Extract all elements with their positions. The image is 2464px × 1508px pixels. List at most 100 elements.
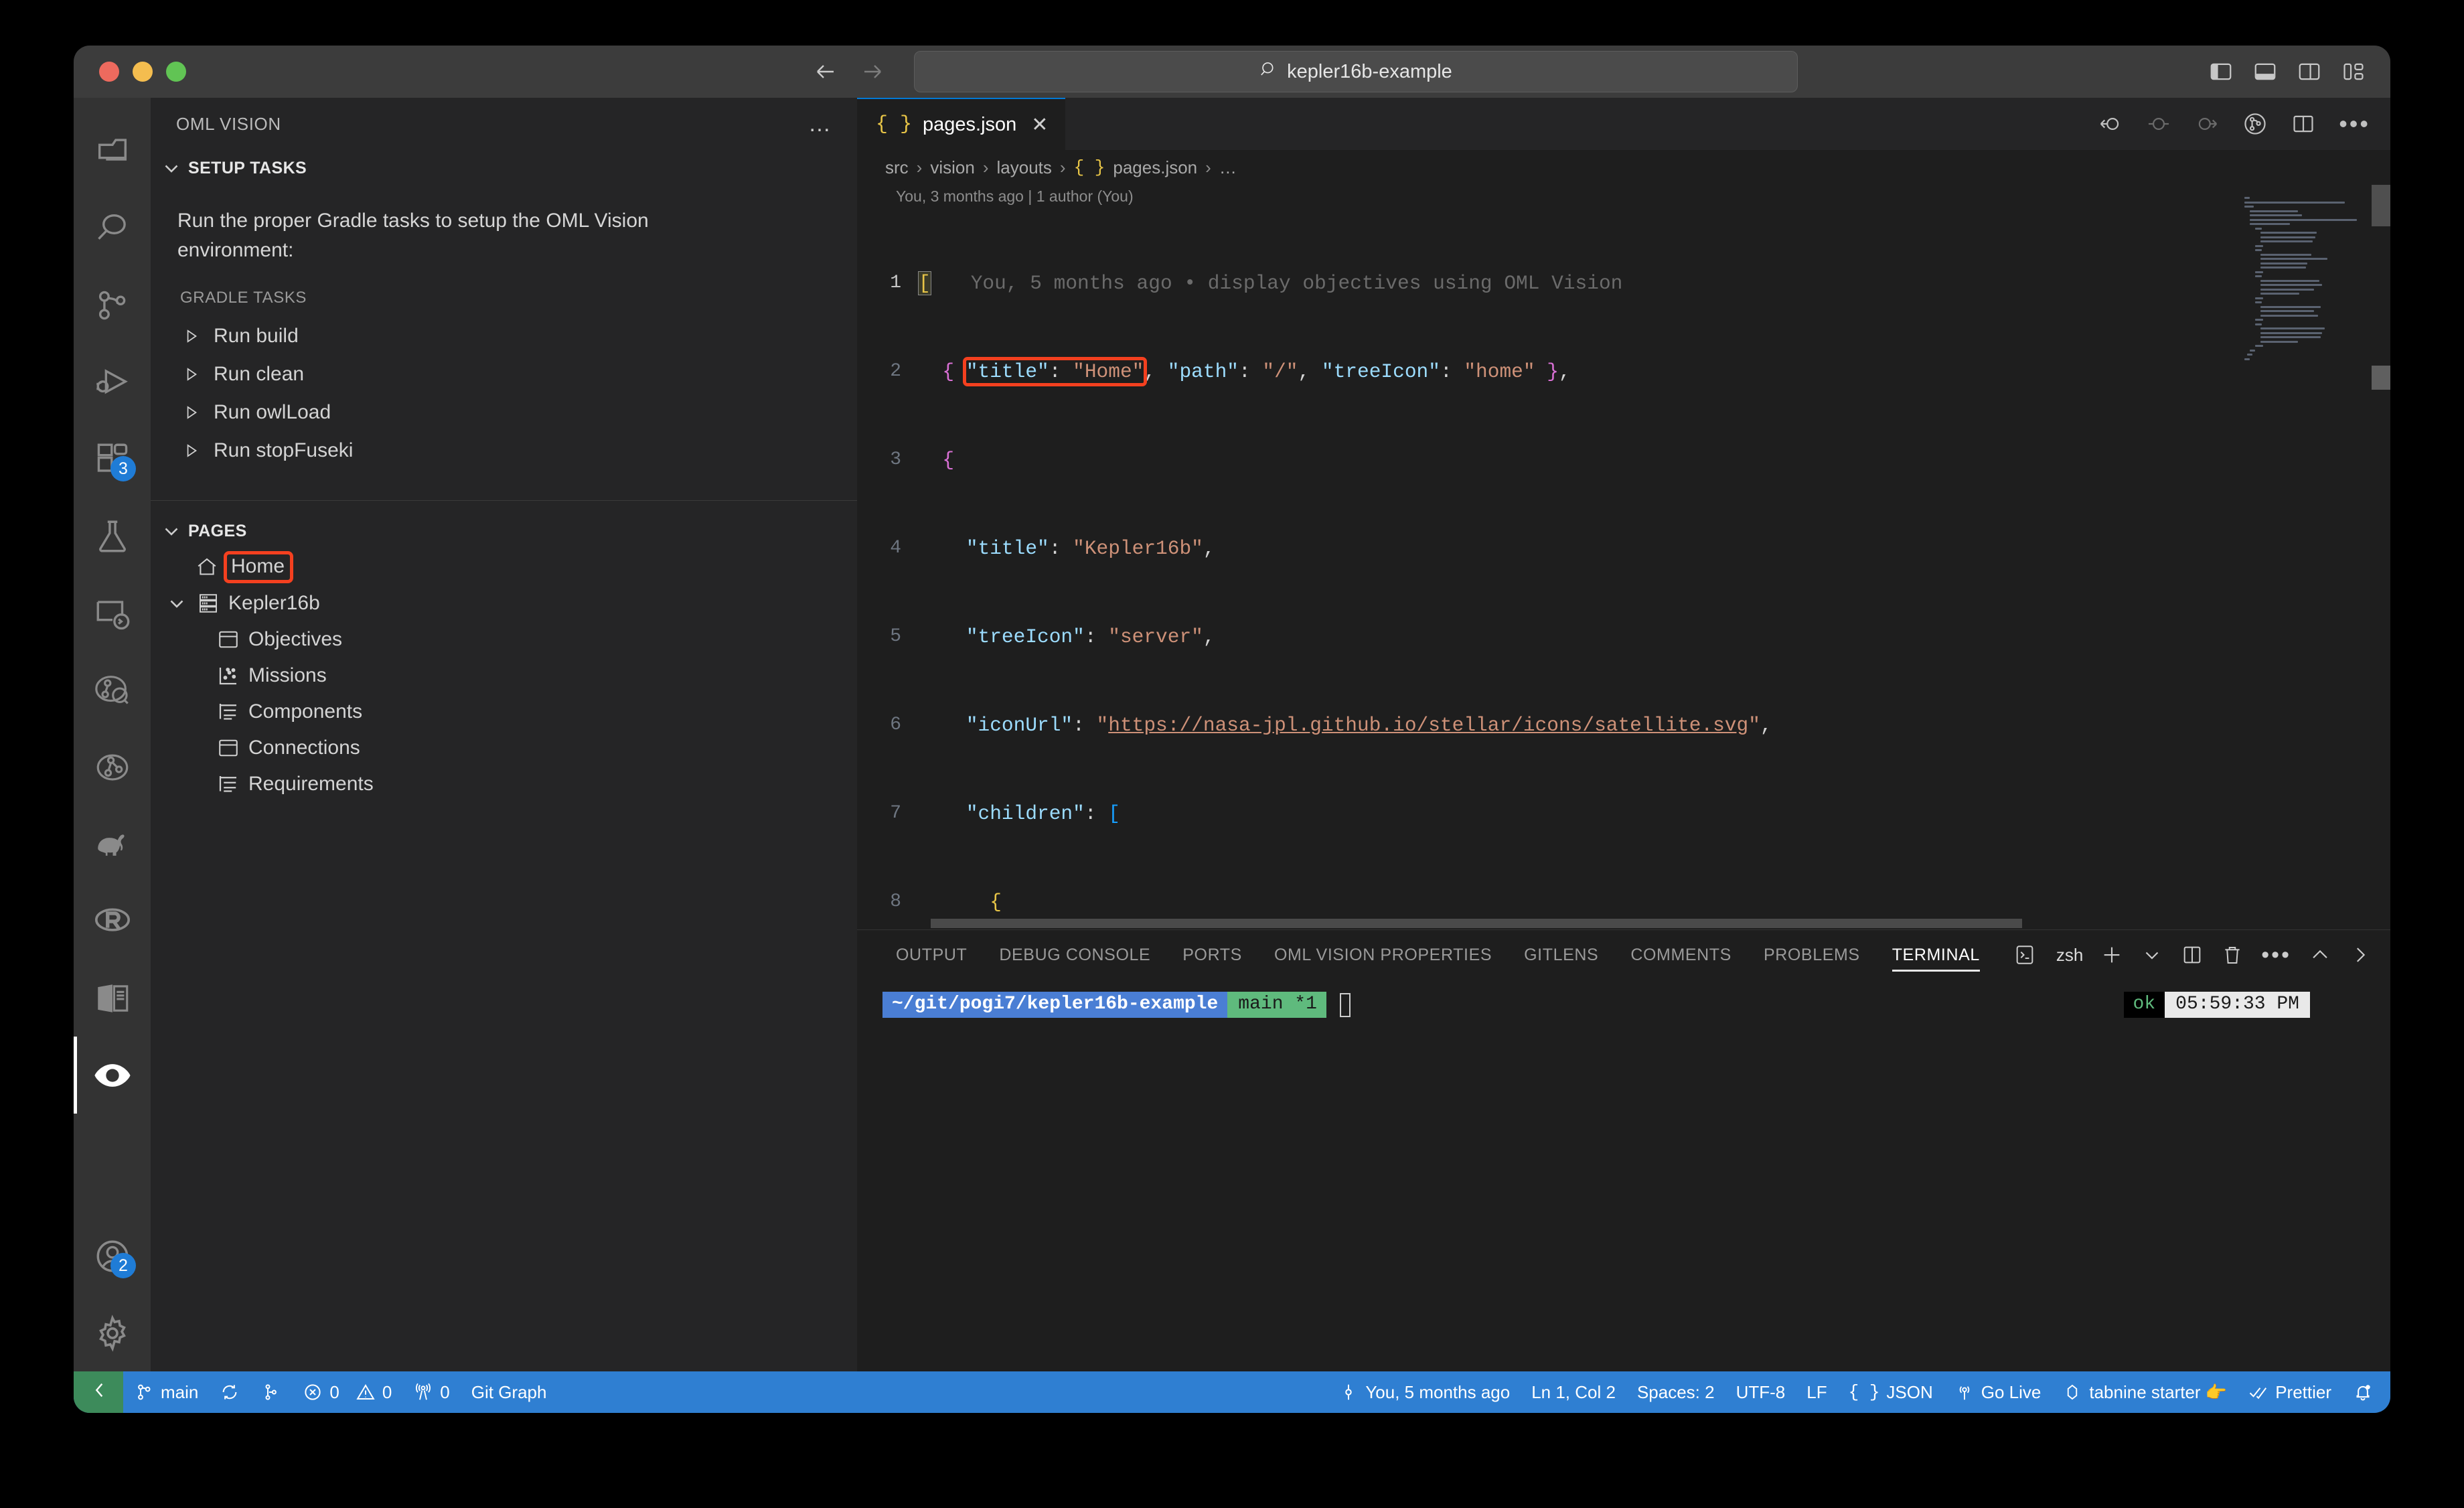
sidebar-item-missions[interactable]: Missions bbox=[151, 658, 857, 694]
status-go-live[interactable]: Go Live bbox=[1944, 1371, 2052, 1413]
status-language-mode[interactable]: { } JSON bbox=[1838, 1371, 1944, 1413]
status-git-graph[interactable]: Git Graph bbox=[461, 1371, 558, 1413]
breadcrumb-symbol[interactable]: … bbox=[1219, 157, 1237, 178]
activity-item-run-and-debug[interactable] bbox=[74, 344, 151, 421]
breadcrumb-pages-json[interactable]: pages.json bbox=[1113, 157, 1197, 178]
status-indentation[interactable]: Spaces: 2 bbox=[1626, 1371, 1725, 1413]
split-editor-icon[interactable] bbox=[2291, 111, 2316, 137]
task-run-clean[interactable]: Run clean bbox=[177, 355, 828, 393]
status-sync[interactable] bbox=[209, 1371, 250, 1413]
code-line: 7 "children": [ bbox=[857, 799, 2390, 828]
editor-horizontal-scrollbar[interactable] bbox=[931, 919, 2022, 928]
sidebar-item-home[interactable]: Home bbox=[151, 549, 857, 585]
tab-pages-json[interactable]: { } pages.json ✕ bbox=[857, 98, 1066, 150]
minimap-slider[interactable] bbox=[2372, 185, 2390, 226]
close-icon[interactable]: ✕ bbox=[1031, 113, 1048, 137]
activity-item-oml-vision[interactable] bbox=[74, 1037, 151, 1114]
terminal-view[interactable]: ~/git/pogi7/kepler16b-example main *1 ok… bbox=[857, 980, 2390, 1371]
go-live-label: Go Live bbox=[1981, 1381, 2042, 1402]
status-git-changes[interactable] bbox=[250, 1371, 292, 1413]
maximize-window-button[interactable] bbox=[166, 62, 186, 82]
status-ports[interactable]: 0 bbox=[402, 1371, 460, 1413]
activity-item-postgres[interactable] bbox=[74, 806, 151, 883]
toggle-primary-sidebar-icon[interactable] bbox=[2208, 59, 2234, 84]
home-icon bbox=[195, 555, 219, 579]
code-editor[interactable]: You, 3 months ago | 1 author (You) 1 [Yo… bbox=[857, 185, 2390, 929]
activity-item-graph-search[interactable] bbox=[74, 652, 151, 729]
minimize-window-button[interactable] bbox=[133, 62, 153, 82]
section-header-pages[interactable]: PAGES bbox=[151, 513, 857, 549]
sidebar-item-components[interactable]: Components bbox=[151, 694, 857, 730]
panel-tab-terminal[interactable]: TERMINAL bbox=[1876, 930, 1996, 980]
maximize-panel-icon[interactable] bbox=[2309, 944, 2331, 966]
activity-item-accounts[interactable]: 2 bbox=[74, 1217, 151, 1294]
activity-item-explorer[interactable] bbox=[74, 112, 151, 190]
task-run-build[interactable]: Run build bbox=[177, 317, 828, 355]
toggle-panel-icon[interactable] bbox=[2252, 59, 2278, 84]
git-blame-back-icon[interactable] bbox=[2098, 111, 2123, 137]
git-blame-forward-icon[interactable] bbox=[2194, 111, 2220, 137]
panel-tab-output[interactable]: OUTPUT bbox=[880, 930, 983, 980]
toggle-secondary-sidebar-icon[interactable] bbox=[2297, 59, 2322, 84]
kill-terminal-icon[interactable] bbox=[2221, 944, 2244, 966]
split-terminal-icon[interactable] bbox=[2181, 944, 2204, 966]
status-problems[interactable]: 0 0 bbox=[292, 1371, 402, 1413]
panel-tab-comments[interactable]: COMMENTS bbox=[1614, 930, 1748, 980]
gitlens-icon[interactable] bbox=[2242, 111, 2268, 137]
editor-minimap[interactable] bbox=[2238, 185, 2390, 929]
customize-layout-icon[interactable] bbox=[2341, 59, 2366, 84]
panel-tab-label: OUTPUT bbox=[896, 945, 968, 964]
terminal-shell-label[interactable]: zsh bbox=[2056, 945, 2083, 966]
status-tabnine[interactable]: tabnine starter 👉 bbox=[2052, 1371, 2238, 1413]
activity-item-share-doc[interactable] bbox=[74, 960, 151, 1037]
breadcrumb-vision[interactable]: vision bbox=[930, 157, 974, 178]
activity-item-remote-explorer[interactable] bbox=[74, 575, 151, 652]
quick-input-search-bar[interactable]: kepler16b-example bbox=[914, 51, 1798, 92]
activity-item-search[interactable] bbox=[74, 190, 151, 267]
status-encoding[interactable]: UTF-8 bbox=[1725, 1371, 1796, 1413]
r-icon bbox=[93, 902, 132, 941]
panel-tab-debug-console[interactable]: DEBUG CONSOLE bbox=[983, 930, 1166, 980]
minimap-scrollbar[interactable] bbox=[2372, 185, 2390, 929]
activity-item-extensions[interactable]: 3 bbox=[74, 421, 151, 498]
go-forward-icon[interactable] bbox=[860, 60, 884, 84]
new-terminal-icon[interactable] bbox=[2100, 944, 2123, 966]
status-prettier[interactable]: Prettier bbox=[2238, 1371, 2342, 1413]
panel-tab-ports[interactable]: PORTS bbox=[1166, 930, 1258, 980]
activity-item-graph-view[interactable] bbox=[74, 729, 151, 806]
task-label: Run stopFuseki bbox=[214, 439, 354, 461]
activity-item-source-control[interactable] bbox=[74, 267, 151, 344]
panel-tab-oml-vision-properties[interactable]: OML VISION PROPERTIES bbox=[1258, 930, 1508, 980]
close-window-button[interactable] bbox=[99, 62, 119, 82]
remote-window-button[interactable] bbox=[74, 1371, 123, 1413]
status-notifications[interactable] bbox=[2342, 1371, 2390, 1413]
activity-item-testing[interactable] bbox=[74, 498, 151, 575]
status-eol[interactable]: LF bbox=[1796, 1371, 1837, 1413]
git-blame-current-icon[interactable] bbox=[2146, 111, 2171, 137]
sidebar-item-objectives[interactable]: Objectives bbox=[151, 621, 857, 658]
activity-item-r-language[interactable] bbox=[74, 883, 151, 960]
breadcrumb-layouts[interactable]: layouts bbox=[997, 157, 1052, 178]
chevron-down-icon[interactable] bbox=[165, 592, 188, 615]
status-blame[interactable]: You, 5 months ago bbox=[1328, 1371, 1521, 1413]
close-panel-icon[interactable] bbox=[2349, 944, 2372, 966]
terminal-icon[interactable] bbox=[2013, 944, 2036, 966]
section-header-setup-tasks[interactable]: SETUP TASKS bbox=[151, 150, 857, 186]
eye-icon bbox=[93, 1056, 132, 1095]
check-all-icon bbox=[2248, 1382, 2268, 1402]
breadcrumb-src[interactable]: src bbox=[885, 157, 909, 178]
sidebar-item-connections[interactable]: Connections bbox=[151, 730, 857, 766]
status-cursor-position[interactable]: Ln 1, Col 2 bbox=[1521, 1371, 1626, 1413]
panel-tab-problems[interactable]: PROBLEMS bbox=[1748, 930, 1876, 980]
sidebar-item-requirements[interactable]: Requirements bbox=[151, 766, 857, 802]
remote-window-icon bbox=[88, 1379, 109, 1406]
activity-item-settings[interactable] bbox=[74, 1294, 151, 1371]
go-back-icon[interactable] bbox=[814, 60, 838, 84]
task-run-stopfuseki[interactable]: Run stopFuseki bbox=[177, 431, 828, 469]
status-bar: main 0 0 0 Git Graph You, 5 months ago L… bbox=[74, 1371, 2390, 1413]
panel-tab-gitlens[interactable]: GITLENS bbox=[1508, 930, 1614, 980]
sidebar-item-kepler16b[interactable]: Kepler16b bbox=[151, 585, 857, 621]
task-run-owlload[interactable]: Run owlLoad bbox=[177, 393, 828, 431]
status-branch[interactable]: main bbox=[123, 1371, 209, 1413]
chevron-down-icon[interactable] bbox=[2141, 944, 2163, 966]
